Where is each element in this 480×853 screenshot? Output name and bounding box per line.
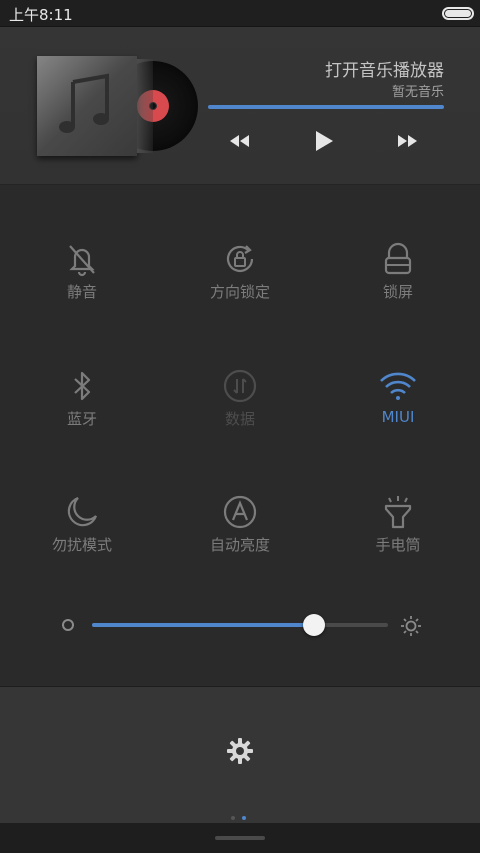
music-title[interactable]: 打开音乐播放器 [325,56,444,81]
toggle-wifi[interactable]: MIUI [318,368,478,488]
brightness-thumb[interactable] [303,614,325,636]
nav-bar [0,823,480,853]
moon-icon [67,496,98,527]
toggle-label: 蓝牙 [66,410,97,428]
page-indicator [231,805,253,824]
toggle-label: 静音 [66,283,97,301]
toggle-rotation-lock[interactable]: 方向锁定 [160,241,320,361]
flashlight-icon [384,496,412,529]
toggle-label: 手电筒 [375,536,421,554]
toggle-label: 自动亮度 [209,536,270,554]
status-bar: 上午8:11 [0,0,480,27]
auto-brightness-icon [223,495,257,529]
page-dot [231,816,235,820]
bottom-panel [0,686,480,823]
toggle-flashlight[interactable]: 手电筒 [318,494,478,614]
toggle-label: 数据 [224,410,255,428]
toggle-label: 锁屏 [382,283,413,301]
brightness-low-icon [62,619,74,631]
toggle-data[interactable]: 数据 [160,368,320,488]
next-icon[interactable] [395,127,421,155]
album-cover[interactable] [37,56,137,156]
quick-toggles-panel: 静音 方向锁定 锁屏 蓝牙 数据 MIUI 勿扰模式 自动亮度 手电筒 [0,185,480,685]
toggle-bluetooth[interactable]: 蓝牙 [2,368,162,488]
record-sleeve [137,59,153,153]
previous-icon[interactable] [226,127,252,155]
brightness-high-icon [401,616,421,636]
music-progress-bar[interactable] [208,105,444,109]
bluetooth-icon [74,371,91,401]
brightness-level [92,623,314,627]
toggle-auto-brightness[interactable]: 自动亮度 [160,494,320,614]
drag-handle[interactable] [215,836,265,840]
toggle-label: MIUI [381,408,415,426]
toggle-label: 方向锁定 [209,283,270,301]
status-time: 上午8:11 [9,6,73,24]
data-icon [223,369,257,403]
toggle-lock-screen[interactable]: 锁屏 [318,241,478,361]
page-dot-active [242,816,246,820]
play-icon[interactable] [312,127,336,155]
brightness-row [0,612,480,640]
music-widget[interactable]: 打开音乐播放器 暂无音乐 [0,27,480,185]
wifi-icon [380,372,416,400]
gear-icon[interactable] [226,737,254,765]
battery-icon [442,7,474,20]
rotation-lock-icon [226,245,254,272]
music-note-icon [59,73,109,133]
lock-icon [384,242,412,275]
toggle-mute[interactable]: 静音 [2,241,162,361]
bell-mute-icon [69,245,95,277]
toggle-label: 勿扰模式 [51,536,112,554]
toggle-dnd[interactable]: 勿扰模式 [2,494,162,614]
music-subtitle: 暂无音乐 [391,85,444,100]
brightness-slider[interactable] [92,623,388,627]
